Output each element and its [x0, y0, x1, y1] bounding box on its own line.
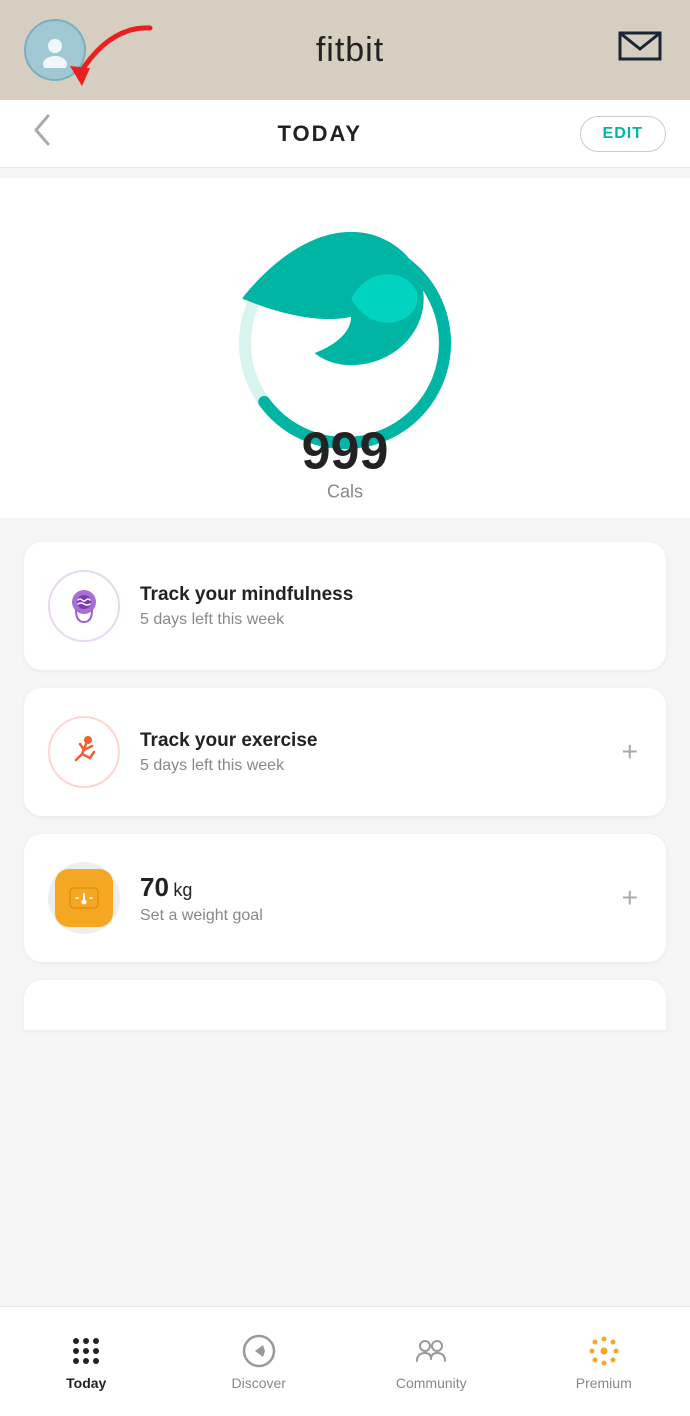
- mindfulness-icon-wrap: [48, 570, 120, 642]
- mindfulness-text: Track your mindfulness 5 days left this …: [140, 583, 642, 630]
- weight-text: 70 kg Set a weight goal: [140, 872, 598, 925]
- weight-card[interactable]: 70 kg Set a weight goal +: [24, 834, 666, 962]
- calories-center: 999 Cals: [230, 184, 460, 503]
- back-button[interactable]: [24, 106, 60, 161]
- weight-subtitle: Set a weight goal: [140, 907, 598, 925]
- inbox-icon[interactable]: [614, 24, 666, 76]
- community-nav-icon: [413, 1333, 449, 1369]
- edit-button[interactable]: EDIT: [580, 116, 666, 152]
- weight-scale-icon: [55, 869, 113, 927]
- discover-nav-label: Discover: [232, 1375, 286, 1391]
- weight-value-row: 70 kg: [140, 872, 598, 903]
- today-nav-icon: [68, 1333, 104, 1369]
- community-nav-label: Community: [396, 1375, 467, 1391]
- avatar[interactable]: [24, 19, 86, 81]
- weight-icon-wrap: [48, 862, 120, 934]
- exercise-title: Track your exercise: [140, 729, 598, 754]
- flame-icon: [230, 184, 460, 422]
- nav-premium[interactable]: Premium: [518, 1333, 690, 1391]
- weight-unit: kg: [173, 880, 192, 900]
- main-content: 999 Cals Track your mindfu: [0, 168, 690, 1160]
- app-title: fitbit: [316, 31, 384, 70]
- weight-add-button[interactable]: +: [618, 882, 642, 914]
- exercise-text: Track your exercise 5 days left this wee…: [140, 729, 598, 776]
- mindfulness-subtitle: 5 days left this week: [140, 611, 642, 629]
- sub-header: TODAY EDIT: [0, 100, 690, 168]
- exercise-add-button[interactable]: +: [618, 736, 642, 768]
- today-title: TODAY: [277, 121, 362, 147]
- premium-nav-icon: [586, 1333, 622, 1369]
- discover-nav-icon: [241, 1333, 277, 1369]
- calories-value: 999: [230, 426, 460, 478]
- top-bar: fitbit: [0, 0, 690, 100]
- premium-nav-label: Premium: [576, 1375, 632, 1391]
- exercise-subtitle: 5 days left this week: [140, 757, 598, 775]
- bottom-nav: Today Discover Community: [0, 1306, 690, 1416]
- mindfulness-card[interactable]: Track your mindfulness 5 days left this …: [24, 542, 666, 670]
- weight-value: 70: [140, 872, 169, 902]
- calories-section: 999 Cals: [0, 178, 690, 518]
- exercise-card[interactable]: Track your exercise 5 days left this wee…: [24, 688, 666, 816]
- nav-discover[interactable]: Discover: [173, 1333, 346, 1391]
- nav-today[interactable]: Today: [0, 1333, 173, 1391]
- partial-card: [24, 980, 666, 1030]
- mindfulness-title: Track your mindfulness: [140, 583, 642, 608]
- calories-unit: Cals: [230, 482, 460, 503]
- exercise-icon-wrap: [48, 716, 120, 788]
- cards-section: Track your mindfulness 5 days left this …: [0, 518, 690, 962]
- nav-community[interactable]: Community: [345, 1333, 518, 1391]
- today-nav-label: Today: [66, 1375, 106, 1391]
- calories-ring: 999 Cals: [230, 228, 460, 458]
